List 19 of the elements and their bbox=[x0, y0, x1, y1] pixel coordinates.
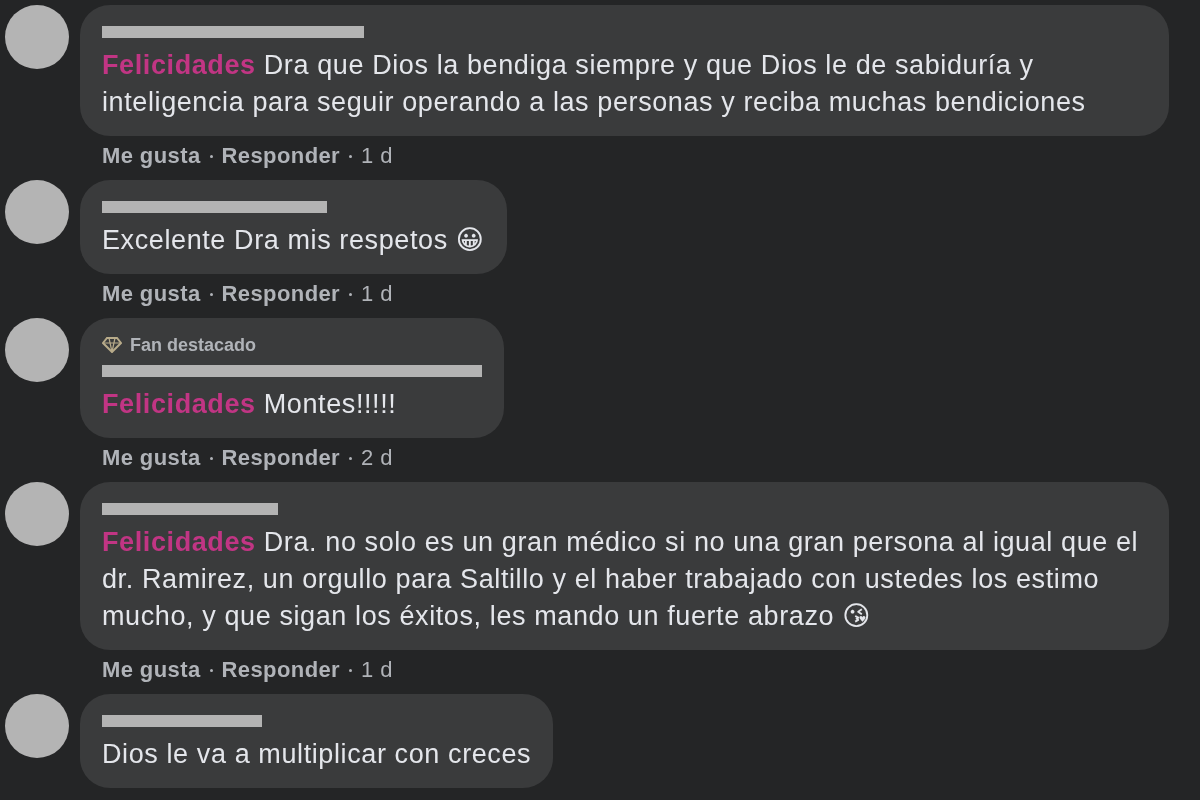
like-link[interactable]: Me gusta bbox=[102, 657, 201, 683]
comment-text: Excelente Dra mis respetos 😀 bbox=[102, 225, 485, 255]
reply-link[interactable]: Responder bbox=[221, 445, 341, 471]
like-link[interactable]: Me gusta bbox=[102, 445, 201, 471]
reply-link[interactable]: Responder bbox=[221, 657, 341, 683]
comment-text: Felicidades Dra. no solo es un gran médico si no una gran persona al igual que el dr. Ramirez, un orgullo para Saltillo y el haber trabajado con ustedes los estimo mucho, y que sigan los éxitos, les mando un fuerte abrazo 😘 bbox=[102, 527, 1139, 631]
reply-link[interactable]: Responder bbox=[221, 281, 341, 307]
like-link[interactable]: Me gusta bbox=[102, 143, 201, 169]
like-link[interactable]: Me gusta bbox=[102, 281, 201, 307]
fan-badge-label: Fan destacado bbox=[130, 334, 257, 356]
timestamp: 1 d bbox=[361, 143, 393, 169]
timestamp: 1 d bbox=[361, 657, 393, 683]
diamond-icon bbox=[102, 337, 122, 353]
timestamp: 1 d bbox=[361, 281, 393, 307]
reply-link[interactable]: Responder bbox=[221, 143, 341, 169]
timestamp: 2 d bbox=[361, 445, 393, 471]
comment-text: Felicidades Dra que Dios la bendiga siempre y que Dios le de sabiduría y inteligencia para seguir operando a las personas y reciba muchas bendiciones bbox=[102, 50, 1086, 117]
comment-text: Dios le va a multiplicar con creces bbox=[102, 739, 532, 769]
comment-text: Felicidades Montes!!!!! bbox=[102, 389, 397, 419]
